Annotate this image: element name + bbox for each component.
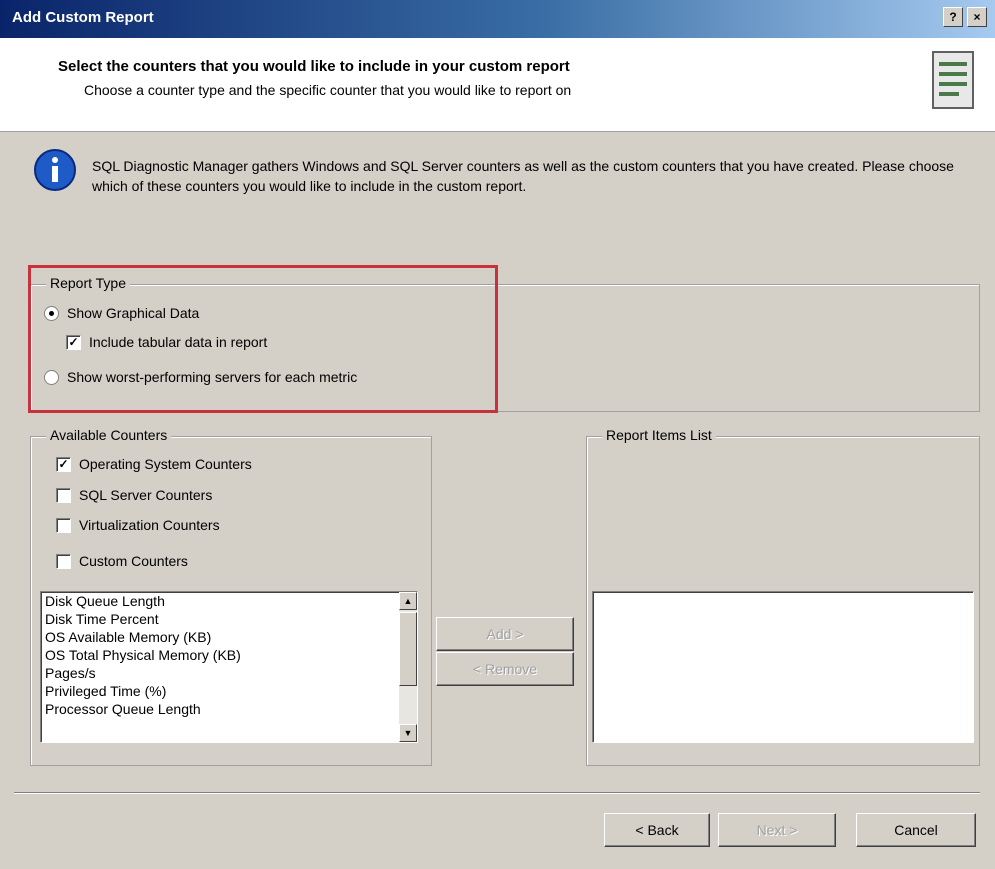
list-item[interactable]: Disk Queue Length	[41, 592, 417, 610]
os-counters-label: Operating System Counters	[79, 456, 252, 472]
filter-custom-counters[interactable]: Custom Counters	[56, 553, 188, 569]
report-icon	[932, 51, 974, 109]
include-tabular-option[interactable]: ✓ Include tabular data in report	[66, 334, 267, 350]
info-icon	[34, 149, 76, 191]
custom-counters-checkbox[interactable]	[56, 553, 71, 569]
list-item[interactable]: Processor Queue Length	[41, 700, 417, 718]
header-subtitle: Choose a counter type and the specific c…	[84, 82, 572, 98]
next-button[interactable]: Next >	[718, 813, 836, 847]
add-button[interactable]: Add >	[436, 617, 574, 651]
filter-sql-counters[interactable]: SQL Server Counters	[56, 487, 212, 503]
list-item[interactable]: Privileged Time (%)	[41, 682, 417, 700]
list-item[interactable]: Disk Time Percent	[41, 610, 417, 628]
sql-counters-checkbox[interactable]	[56, 487, 71, 503]
available-counters-list[interactable]: Disk Queue Length Disk Time Percent OS A…	[40, 591, 418, 743]
scroll-down-arrow-icon[interactable]: ▼	[399, 724, 417, 742]
list-item[interactable]: OS Available Memory (KB)	[41, 628, 417, 646]
window-title: Add Custom Report	[12, 9, 154, 26]
show-graphical-data-option[interactable]: Show Graphical Data	[44, 305, 199, 321]
report-type-legend: Report Type	[46, 275, 131, 291]
filter-virtualization-counters[interactable]: Virtualization Counters	[56, 517, 220, 533]
sql-counters-label: SQL Server Counters	[79, 487, 213, 503]
header-title: Select the counters that you would like …	[58, 58, 570, 75]
scroll-up-arrow-icon[interactable]: ▲	[399, 592, 417, 610]
show-worst-performing-option[interactable]: Show worst-performing servers for each m…	[44, 369, 357, 385]
close-button[interactable]: ×	[967, 7, 987, 27]
list-scrollbar[interactable]: ▲ ▼	[399, 592, 417, 742]
show-graphical-label: Show Graphical Data	[67, 305, 200, 321]
wizard-header: Select the counters that you would like …	[0, 38, 995, 132]
help-button[interactable]: ?	[943, 7, 963, 27]
filter-os-counters[interactable]: ✓ Operating System Counters	[56, 456, 252, 472]
footer-separator	[14, 792, 980, 794]
report-items-list[interactable]	[592, 591, 974, 743]
virtualization-counters-label: Virtualization Counters	[79, 517, 220, 533]
virtualization-counters-checkbox[interactable]	[56, 517, 71, 533]
os-counters-checkbox[interactable]: ✓	[56, 456, 71, 472]
title-bar: Add Custom Report ? ×	[0, 0, 995, 38]
custom-counters-label: Custom Counters	[79, 553, 188, 569]
list-item[interactable]: Pages/s	[41, 664, 417, 682]
radio-show-graphical[interactable]	[44, 305, 59, 321]
include-tabular-checkbox[interactable]: ✓	[66, 334, 81, 350]
back-button[interactable]: < Back	[604, 813, 710, 847]
scroll-thumb[interactable]	[399, 612, 417, 686]
include-tabular-label: Include tabular data in report	[89, 334, 268, 350]
available-counters-legend: Available Counters	[46, 427, 172, 443]
list-item[interactable]: OS Total Physical Memory (KB)	[41, 646, 417, 664]
info-text: SQL Diagnostic Manager gathers Windows a…	[92, 158, 954, 194]
cancel-button[interactable]: Cancel	[856, 813, 976, 847]
report-items-legend: Report Items List	[602, 427, 716, 443]
remove-button[interactable]: < Remove	[436, 652, 574, 686]
radio-show-worst[interactable]	[44, 369, 59, 385]
show-worst-label: Show worst-performing servers for each m…	[67, 369, 358, 385]
